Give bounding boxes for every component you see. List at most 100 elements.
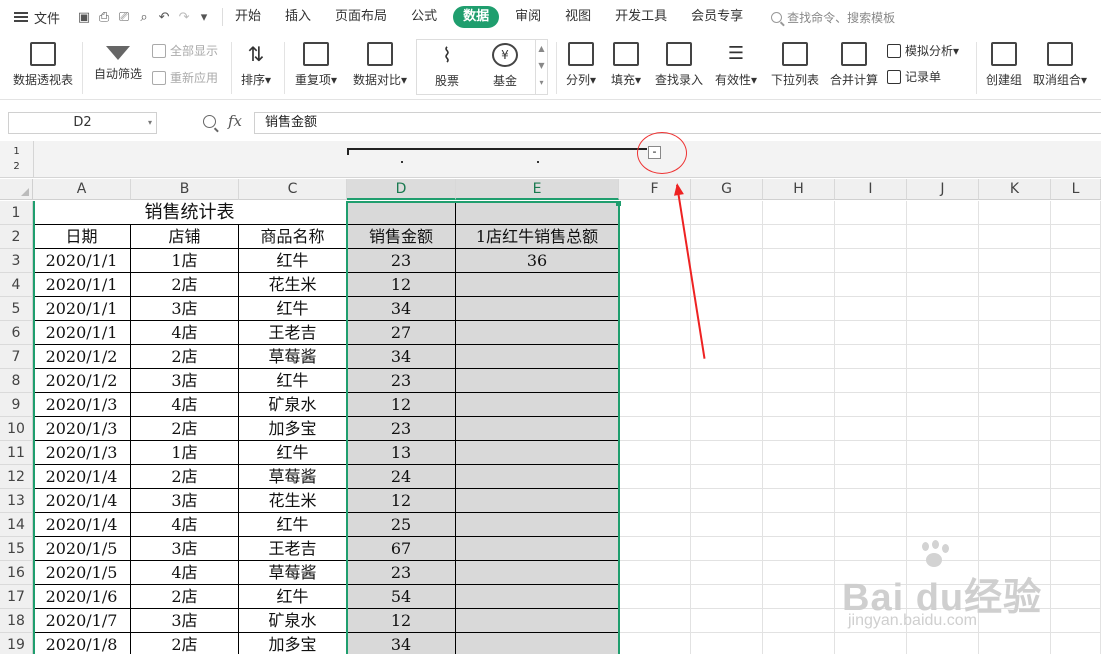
cell-d1[interactable]	[347, 201, 456, 225]
fill-handle[interactable]	[616, 201, 621, 206]
cell-f6[interactable]	[619, 321, 691, 345]
cell-d9[interactable]: 12	[347, 393, 456, 417]
cell-h19[interactable]	[763, 633, 835, 654]
cell-h8[interactable]	[763, 369, 835, 393]
row-header-15[interactable]: 15	[0, 537, 33, 561]
cell-b16[interactable]: 4店	[131, 561, 239, 585]
cell-g18[interactable]	[691, 609, 763, 633]
cell-i13[interactable]	[835, 489, 907, 513]
cell-g11[interactable]	[691, 441, 763, 465]
cell-d13[interactable]: 12	[347, 489, 456, 513]
column-header-c[interactable]: C	[239, 179, 347, 200]
cell-l1[interactable]	[1051, 201, 1101, 225]
cell-e3[interactable]: 36	[456, 249, 619, 273]
row-header-4[interactable]: 4	[0, 273, 33, 297]
cell-l6[interactable]	[1051, 321, 1101, 345]
cell-g16[interactable]	[691, 561, 763, 585]
cell-k12[interactable]	[979, 465, 1051, 489]
column-header-d[interactable]: D	[347, 179, 456, 200]
cell-c2[interactable]: 商品名称	[239, 225, 347, 249]
cell-h9[interactable]	[763, 393, 835, 417]
cell-l9[interactable]	[1051, 393, 1101, 417]
cell-g12[interactable]	[691, 465, 763, 489]
cell-d12[interactable]: 24	[347, 465, 456, 489]
cell-l3[interactable]	[1051, 249, 1101, 273]
cell-l15[interactable]	[1051, 537, 1101, 561]
tab-1[interactable]: 插入	[273, 6, 323, 28]
cell-i5[interactable]	[835, 297, 907, 321]
row-header-3[interactable]: 3	[0, 249, 33, 273]
cell-a19[interactable]: 2020/1/8	[33, 633, 131, 654]
cell-d11[interactable]: 13	[347, 441, 456, 465]
cell-i14[interactable]	[835, 513, 907, 537]
cell-k3[interactable]	[979, 249, 1051, 273]
cell-h14[interactable]	[763, 513, 835, 537]
cell-a6[interactable]: 2020/1/1	[33, 321, 131, 345]
cell-j3[interactable]	[907, 249, 979, 273]
sort-button[interactable]: ⇅ 排序▾	[236, 34, 276, 100]
cell-l18[interactable]	[1051, 609, 1101, 633]
cell-c16[interactable]: 草莓酱	[239, 561, 347, 585]
cell-l2[interactable]	[1051, 225, 1101, 249]
cell-j19[interactable]	[907, 633, 979, 654]
column-header-k[interactable]: K	[979, 179, 1051, 200]
cell-d18[interactable]: 12	[347, 609, 456, 633]
cell-f2[interactable]	[619, 225, 691, 249]
column-header-i[interactable]: I	[835, 179, 907, 200]
cell-j10[interactable]	[907, 417, 979, 441]
cell-f15[interactable]	[619, 537, 691, 561]
row-header-6[interactable]: 6	[0, 321, 33, 345]
cell-h7[interactable]	[763, 345, 835, 369]
cell-a3[interactable]: 2020/1/1	[33, 249, 131, 273]
cell-a5[interactable]: 2020/1/1	[33, 297, 131, 321]
cell-j14[interactable]	[907, 513, 979, 537]
cell-h15[interactable]	[763, 537, 835, 561]
stocks-button[interactable]: ⌇ 股票	[419, 35, 475, 101]
pivot-table-button[interactable]: 数据透视表	[10, 34, 76, 100]
cell-c19[interactable]: 加多宝	[239, 633, 347, 654]
cell-k13[interactable]	[979, 489, 1051, 513]
cell-d7[interactable]: 34	[347, 345, 456, 369]
cell-l13[interactable]	[1051, 489, 1101, 513]
cell-k2[interactable]	[979, 225, 1051, 249]
zoom-icon[interactable]	[203, 115, 216, 128]
cell-h3[interactable]	[763, 249, 835, 273]
tab-4[interactable]: 数据	[453, 6, 500, 28]
cell-f5[interactable]	[619, 297, 691, 321]
autofilter-button[interactable]: 自动筛选	[90, 34, 146, 100]
redo-icon[interactable]: ↷	[174, 10, 194, 25]
cell-k1[interactable]	[979, 201, 1051, 225]
column-header-a[interactable]: A	[33, 179, 131, 200]
row-header-17[interactable]: 17	[0, 585, 33, 609]
gallery-scroll[interactable]: ▲ ▼ ▾	[535, 40, 547, 94]
cell-c15[interactable]: 王老吉	[239, 537, 347, 561]
cell-i11[interactable]	[835, 441, 907, 465]
cell-h5[interactable]	[763, 297, 835, 321]
ungroup-button[interactable]: 取消组合▾	[1030, 34, 1090, 100]
cell-c11[interactable]: 红牛	[239, 441, 347, 465]
cell-j6[interactable]	[907, 321, 979, 345]
cell-g1[interactable]	[691, 201, 763, 225]
cell-h6[interactable]	[763, 321, 835, 345]
row-header-5[interactable]: 5	[0, 297, 33, 321]
cell-i19[interactable]	[835, 633, 907, 654]
cell-h18[interactable]	[763, 609, 835, 633]
column-header-e[interactable]: E	[456, 179, 619, 200]
cell-c9[interactable]: 矿泉水	[239, 393, 347, 417]
outline-level-1-button[interactable]: 1	[0, 144, 33, 160]
cell-e6[interactable]	[456, 321, 619, 345]
row-header-7[interactable]: 7	[0, 345, 33, 369]
row-header-13[interactable]: 13	[0, 489, 33, 513]
cell-l11[interactable]	[1051, 441, 1101, 465]
cell-d8[interactable]: 23	[347, 369, 456, 393]
cell-i2[interactable]	[835, 225, 907, 249]
cell-e14[interactable]	[456, 513, 619, 537]
cell-b2[interactable]: 店铺	[131, 225, 239, 249]
cell-b14[interactable]: 4店	[131, 513, 239, 537]
cell-a12[interactable]: 2020/1/4	[33, 465, 131, 489]
cell-f17[interactable]	[619, 585, 691, 609]
column-header-h[interactable]: H	[763, 179, 835, 200]
consolidate-button[interactable]: 合并计算	[827, 34, 881, 100]
cell-k14[interactable]	[979, 513, 1051, 537]
save-icon[interactable]: ▣	[74, 10, 94, 25]
